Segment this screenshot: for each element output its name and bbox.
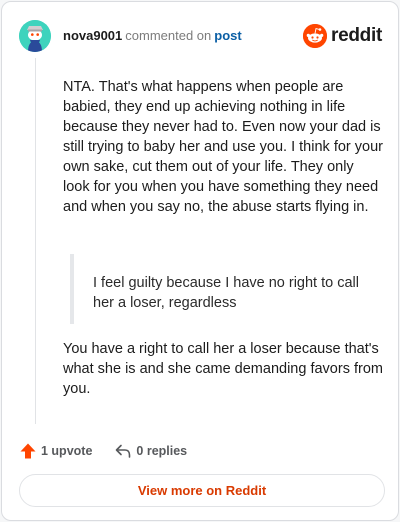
post-link[interactable]: post (214, 28, 241, 43)
reply-count: 0 replies (136, 444, 188, 458)
upvote-button[interactable]: 1 upvote (19, 442, 92, 460)
action-text: commented on (125, 28, 212, 43)
reply-arrow-icon (114, 442, 132, 460)
upvote-count: 1 upvote (41, 444, 93, 458)
comment-paragraph: You have a right to call her a loser bec… (63, 341, 383, 397)
snoo-avatar-icon[interactable] (19, 20, 51, 52)
reply-button[interactable]: 0 replies (114, 442, 187, 460)
thread-line[interactable] (35, 58, 36, 424)
reddit-logo-icon (303, 24, 328, 48)
comment-paragraph: NTA. That's what happens when people are… (63, 79, 383, 215)
blockquote: I feel guilty because I have no right to… (70, 254, 370, 324)
username-link[interactable]: nova9001 (63, 28, 122, 43)
reddit-logo[interactable]: reddit (303, 24, 382, 48)
comment-actions: 1 upvote 0 replies (19, 440, 187, 462)
comment-embed-card: nova9001commented onpost reddit NTA. T (1, 1, 399, 521)
reddit-wordmark: reddit (331, 25, 382, 46)
comment-meta: nova9001 commented on post (63, 28, 242, 44)
upvote-arrow-icon (19, 442, 37, 460)
comment-header: nova9001 commented on post reddit (19, 20, 382, 52)
view-more-button[interactable]: View more on Reddit (19, 474, 385, 507)
